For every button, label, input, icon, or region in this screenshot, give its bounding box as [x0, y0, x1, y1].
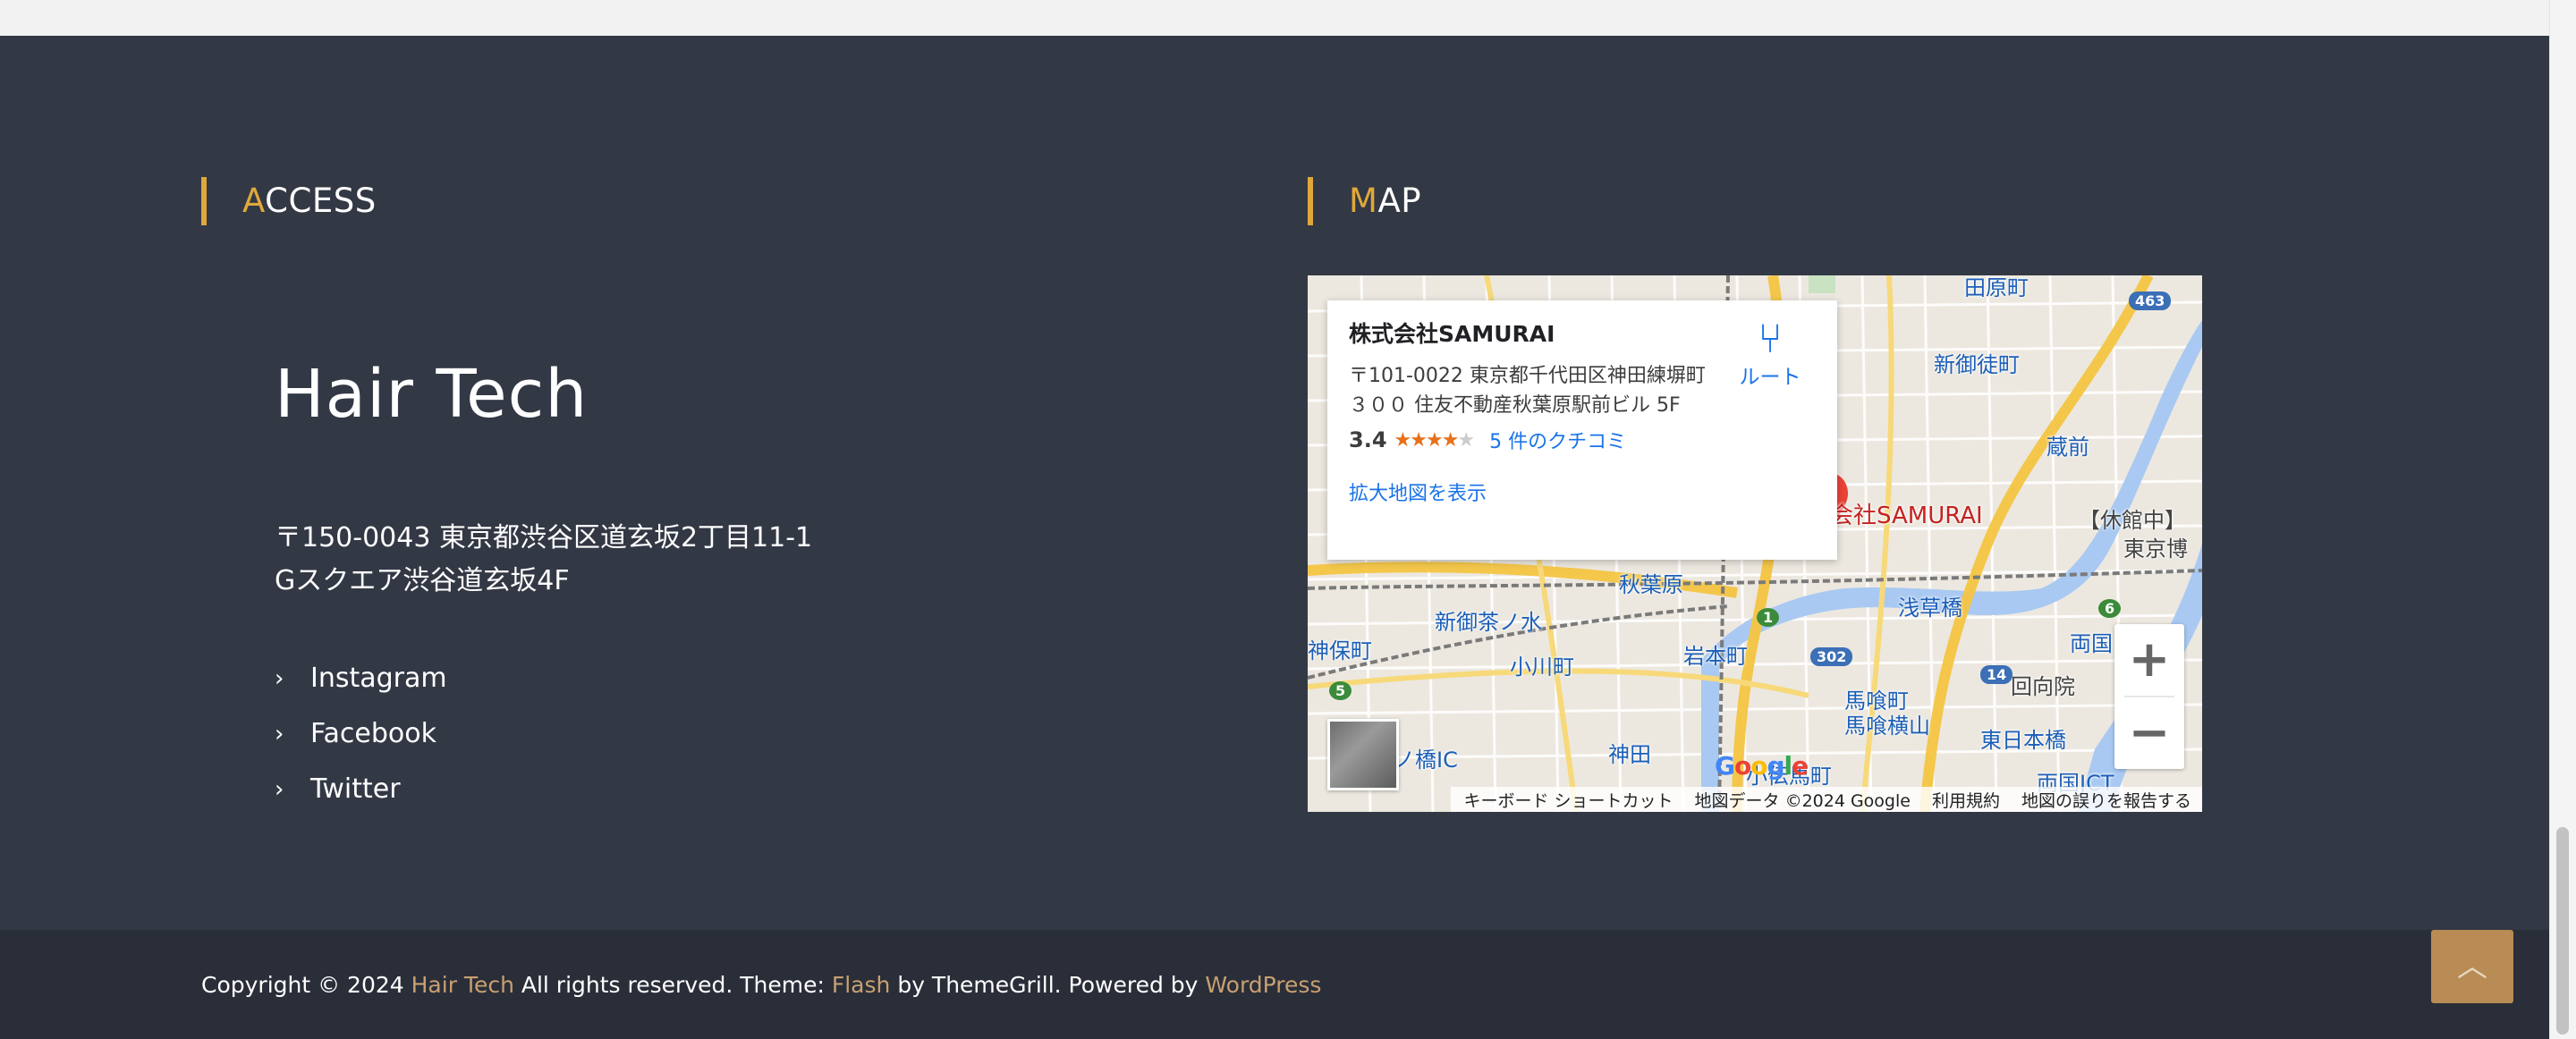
address-line-2: Gスクエア渋谷道玄坂4F — [275, 565, 570, 596]
chevron-right-icon: › — [275, 776, 284, 803]
place-info-card: 株式会社SAMURAI 〒101-0022 東京都千代田区神田練塀町３００ 住友… — [1327, 300, 1837, 560]
directions-label[interactable]: ルート — [1730, 359, 1810, 390]
directions-icon: ⑂ — [1758, 314, 1783, 362]
directions-button[interactable]: ⑂ ルート — [1730, 317, 1810, 390]
zoom-in-button[interactable]: + — [2114, 624, 2184, 696]
map-data-attribution: 地図データ ©2024 Google — [1694, 790, 1911, 811]
access-title-first-letter: A — [242, 182, 266, 220]
route-shield: 302 — [1810, 647, 1853, 666]
route-shield: 14 — [1980, 665, 2013, 684]
route-shield: 1 — [1757, 608, 1780, 627]
place-rating-row: 3.4 ★★★★★ 5 件のクチコミ — [1349, 426, 1816, 454]
map-label: 田原町 — [1964, 275, 2029, 300]
chevron-up-icon: ︿ — [2457, 949, 2487, 984]
map-label: 蔵前 — [2046, 435, 2089, 460]
map-widget-title: MAP — [1308, 177, 1421, 225]
zoom-out-button[interactable]: − — [2114, 697, 2184, 769]
chevron-right-icon: › — [275, 721, 284, 748]
copyright-text: Copyright © 2024 Hair Tech All rights re… — [201, 972, 1321, 998]
map-label: 両国 — [2070, 631, 2113, 656]
twitter-link-label[interactable]: Twitter — [310, 764, 401, 815]
map-label: 東京博 — [2123, 536, 2188, 562]
route-shield: 463 — [2129, 291, 2172, 310]
place-rating: 3.4 — [1349, 427, 1387, 452]
map-label: 神田 — [1608, 742, 1651, 767]
google-map-embed[interactable]: 田原町 新御徒町 蔵前 【休館中】 東京博 秋葉原 新御茶ノ水 浅草橋 神保町 … — [1308, 275, 2202, 812]
place-address: 〒101-0022 東京都千代田区神田練塀町３００ 住友不動産秋葉原駅前ビル 5… — [1349, 365, 1706, 417]
copyright-rights: All rights reserved. Theme: — [513, 972, 832, 998]
map-marker-label: 会社SAMURAI — [1830, 503, 1983, 529]
map-label: 神保町 — [1308, 638, 1372, 663]
scrollbar-thumb[interactable] — [2556, 827, 2569, 1035]
map-label: 馬喰横山 — [1844, 714, 1930, 739]
address: 〒150-0043 東京都渋谷区道玄坂2丁目11-1 Gスクエア渋谷道玄坂4F — [275, 517, 812, 603]
map-label: 浅草橋 — [1898, 596, 1962, 621]
map-label: 岩本町 — [1683, 644, 1748, 669]
wordpress-link[interactable]: WordPress — [1205, 972, 1321, 998]
chevron-right-icon: › — [275, 665, 284, 692]
map-attribution-bar: キーボード ショートカット 地図データ ©2024 Google 利用規約 地図… — [1451, 787, 2202, 812]
map-label: 新御徒町 — [1934, 352, 2020, 377]
facebook-link-label[interactable]: Facebook — [310, 709, 436, 759]
site-link[interactable]: Hair Tech — [411, 972, 514, 998]
map-title-rest: AP — [1377, 182, 1422, 220]
brand-name: Hair Tech — [275, 356, 589, 433]
route-shield: 5 — [1329, 681, 1352, 700]
access-title-rest: CCESS — [265, 182, 377, 220]
instagram-link[interactable]: › Instagram — [275, 651, 447, 706]
view-larger-map-link[interactable]: 拡大地図を表示 — [1349, 477, 1816, 506]
copyright-by: by ThemeGrill. Powered by — [890, 972, 1206, 998]
reviews-link[interactable]: 5 件のクチコミ — [1489, 426, 1626, 454]
page-top-strip — [0, 0, 2549, 36]
map-label: 新御茶ノ水 — [1435, 610, 1542, 635]
map-title-first-letter: M — [1349, 182, 1378, 220]
twitter-link[interactable]: › Twitter — [275, 762, 447, 817]
terms-link[interactable]: 利用規約 — [1932, 788, 2000, 812]
copyright-prefix: Copyright © 2024 — [201, 972, 411, 998]
map-label: 回向院 — [2011, 674, 2075, 699]
map-label: 東日本橋 — [1980, 728, 2066, 753]
instagram-link-label[interactable]: Instagram — [310, 654, 447, 704]
map-label: ノ橋IC — [1394, 748, 1458, 773]
keyboard-shortcuts-link[interactable]: キーボード ショートカット — [1463, 788, 1673, 812]
address-line-1: 〒150-0043 東京都渋谷区道玄坂2丁目11-1 — [275, 522, 813, 553]
access-widget-title: ACCESS — [201, 177, 377, 225]
map-label: 小川町 — [1510, 655, 1574, 680]
back-to-top-button[interactable]: ︿ — [2431, 930, 2513, 1003]
map-zoom-control: + − — [2114, 624, 2184, 769]
google-logo: Google — [1715, 751, 1809, 781]
report-error-link[interactable]: 地図の誤りを報告する — [2021, 788, 2191, 812]
satellite-view-toggle[interactable] — [1327, 719, 1399, 790]
star-rating-icon: ★★★★★ — [1394, 428, 1476, 452]
route-shield: 6 — [2098, 599, 2122, 618]
map-label: 【休館中】 — [2079, 508, 2186, 533]
facebook-link[interactable]: › Facebook — [275, 706, 447, 762]
theme-link[interactable]: Flash — [832, 972, 891, 998]
map-label: 秋葉原 — [1619, 572, 1683, 597]
social-links: › Instagram › Facebook › Twitter — [275, 651, 447, 817]
